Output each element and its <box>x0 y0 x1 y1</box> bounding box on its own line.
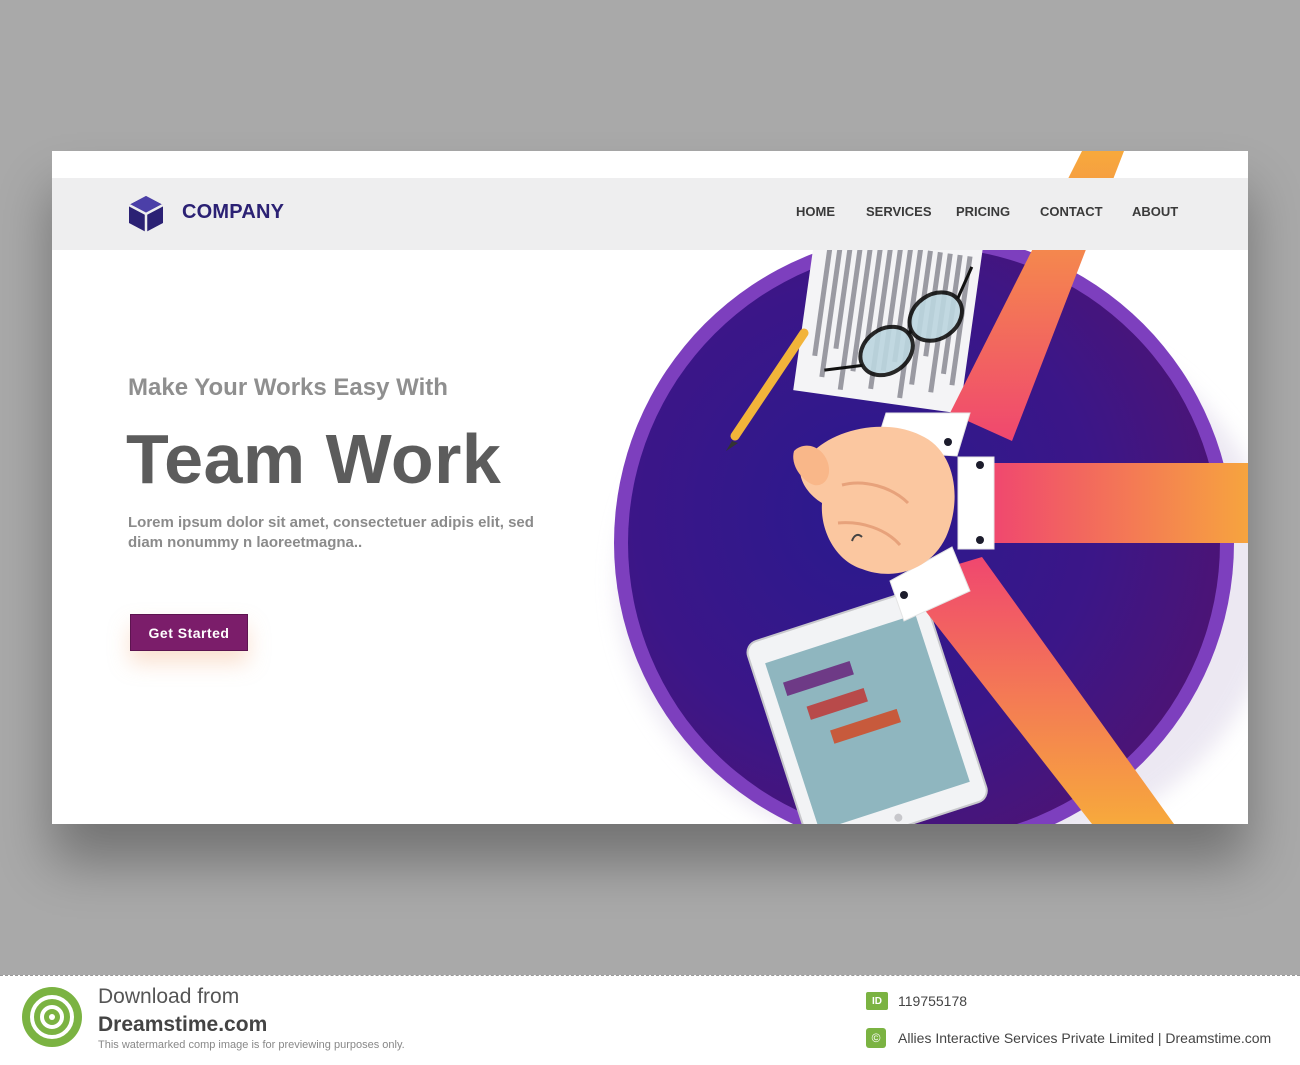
dreamstime-logo-icon <box>22 987 82 1047</box>
brand-name[interactable]: COMPANY <box>182 201 284 224</box>
download-text: Download from <box>98 985 240 1008</box>
watermark-footer: Download from Dreamstime.com This waterm… <box>0 975 1300 1065</box>
nav-services[interactable]: SERVICES <box>866 204 932 219</box>
hero-description: Lorem ipsum dolor sit amet, consectetuer… <box>128 514 534 551</box>
hero-title: Team Work <box>126 420 502 498</box>
image-id: 119755178 <box>898 993 968 1009</box>
preview-note: This watermarked comp image is for previ… <box>98 1039 405 1051</box>
hero-subtitle: Make Your Works Easy With <box>128 374 448 401</box>
copyright-icon: © <box>866 1028 886 1048</box>
cube-icon[interactable] <box>126 194 166 234</box>
id-badge: ID <box>866 992 888 1010</box>
nav-about[interactable]: ABOUT <box>1132 204 1178 219</box>
credit-text: Allies Interactive Services Private Limi… <box>898 1030 1272 1046</box>
site-name: Dreamstime.com <box>98 1013 268 1036</box>
nav-home[interactable]: HOME <box>796 204 835 219</box>
landing-page-card: COMPANY HOME SERVICES PRICING CONTACT AB… <box>52 151 1248 824</box>
top-navbar: COMPANY HOME SERVICES PRICING CONTACT AB… <box>52 178 1248 250</box>
footer-divider <box>0 975 1300 976</box>
nav-contact[interactable]: CONTACT <box>1040 204 1103 219</box>
get-started-button[interactable]: Get Started <box>130 614 248 651</box>
nav-pricing[interactable]: PRICING <box>956 204 1010 219</box>
